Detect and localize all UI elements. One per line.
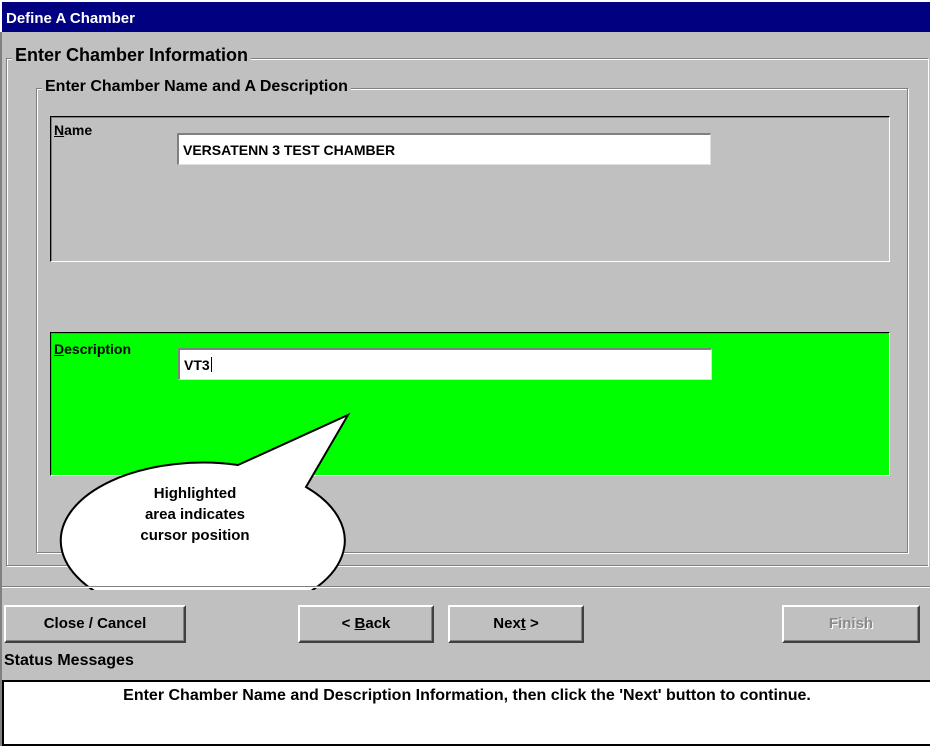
next-prefix: Nex <box>493 615 521 632</box>
name-label: Name <box>54 122 92 138</box>
callout-line: area indicates <box>144 506 246 523</box>
description-input-value: VT3 <box>184 357 210 373</box>
name-label-rest: ame <box>64 122 93 138</box>
back-prefix: < <box>341 615 355 632</box>
callout-line: Highlighted <box>153 485 237 502</box>
window-title: Define A Chamber <box>6 10 135 27</box>
name-input-value: VERSATENN 3 TEST CHAMBER <box>183 142 396 158</box>
next-button[interactable]: Next > <box>448 605 584 643</box>
description-label: Description <box>54 341 131 357</box>
next-suffix: > <box>525 615 539 632</box>
back-button[interactable]: < Back <box>298 605 434 643</box>
window-titlebar[interactable]: Define A Chamber <box>0 0 930 32</box>
back-hotkey: B <box>354 615 366 632</box>
finish-button[interactable]: Finish <box>782 605 920 643</box>
description-label-rest: escription <box>64 341 132 357</box>
callout-line: cursor position <box>140 527 250 544</box>
description-label-hotkey: D <box>54 341 65 357</box>
button-separator <box>2 586 930 588</box>
status-message-area: Enter Chamber Name and Description Infor… <box>2 680 930 746</box>
close-cancel-button[interactable]: Close / Cancel <box>4 605 186 643</box>
close-cancel-label: Close / Cancel <box>43 615 147 632</box>
name-label-hotkey: N <box>54 122 65 138</box>
status-messages-label: Status Messages <box>4 652 134 669</box>
description-input[interactable]: VT3 <box>178 348 712 380</box>
name-input[interactable]: VERSATENN 3 TEST CHAMBER <box>177 133 711 165</box>
back-rest: ack <box>365 615 391 632</box>
finish-label: Finish <box>828 615 874 632</box>
name-description-group-label: Enter Chamber Name and A Description <box>42 78 351 96</box>
callout-text: Highlighted area indicates cursor positi… <box>90 483 300 546</box>
chamber-info-group-label: Enter Chamber Information <box>12 46 252 64</box>
status-message-text: Enter Chamber Name and Description Infor… <box>123 687 811 704</box>
text-cursor <box>210 357 212 372</box>
